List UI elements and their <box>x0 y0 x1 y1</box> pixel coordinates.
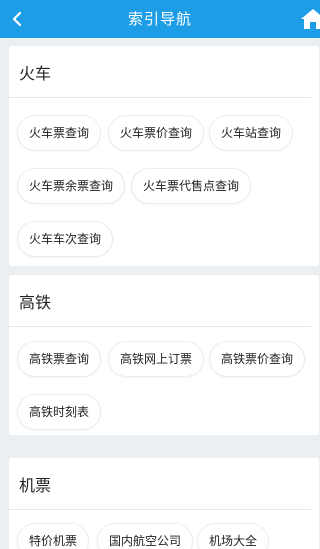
home-button[interactable] <box>300 8 320 30</box>
section-train: 火车 火车票查询 火车票价查询 火车站查询 火车票余票查询 火车票代售点查询 火… <box>9 46 319 266</box>
page-title: 索引导航 <box>127 10 192 28</box>
chip-train-agent-outlet-query[interactable]: 火车票代售点查询 <box>131 168 252 204</box>
top-nav-bar: 索引导航 <box>0 0 320 38</box>
section-highspeed-rail: 高铁 高铁票查询 高铁网上订票 高铁票价查询 高铁时刻表 <box>9 275 319 435</box>
chip-discount-flights[interactable]: 特价机票 <box>17 523 90 549</box>
chip-train-remaining-ticket-query[interactable]: 火车票余票查询 <box>17 168 126 204</box>
section-air-ticket: 机票 特价机票 国内航空公司 机场大全 <box>9 458 319 549</box>
section-title-air-ticket: 机票 <box>9 458 311 510</box>
chip-hsr-fare-query[interactable]: 高铁票价查询 <box>209 341 306 377</box>
chip-train-station-query[interactable]: 火车站查询 <box>209 115 294 151</box>
section-title-train: 火车 <box>9 46 311 98</box>
chip-train-ticket-query[interactable]: 火车票查询 <box>17 115 102 151</box>
chip-hsr-online-booking[interactable]: 高铁网上订票 <box>108 341 205 377</box>
chip-train-fare-query[interactable]: 火车票价查询 <box>108 115 205 151</box>
chip-hsr-ticket-query[interactable]: 高铁票查询 <box>17 341 102 377</box>
chip-domestic-airlines[interactable]: 国内航空公司 <box>97 523 194 549</box>
home-icon <box>301 9 320 29</box>
chip-train-number-query[interactable]: 火车车次查询 <box>17 221 114 257</box>
section-title-highspeed-rail: 高铁 <box>9 275 311 327</box>
chip-hsr-timetable[interactable]: 高铁时刻表 <box>17 394 102 430</box>
chip-airport-directory[interactable]: 机场大全 <box>197 523 270 549</box>
content-scroll-area[interactable]: 火车 火车票查询 火车票价查询 火车站查询 火车票余票查询 火车票代售点查询 火… <box>0 38 320 549</box>
